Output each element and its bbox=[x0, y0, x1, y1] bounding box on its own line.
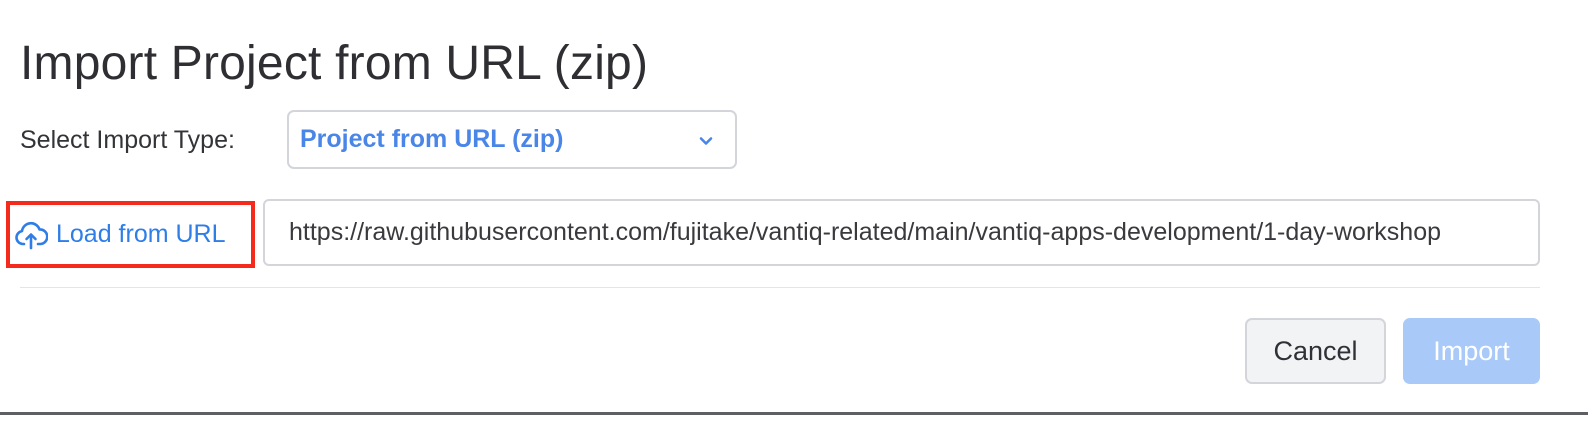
divider bbox=[20, 287, 1540, 288]
import-dialog: Import Project from URL (zip) Select Imp… bbox=[0, 0, 1588, 422]
import-button[interactable]: Import bbox=[1403, 318, 1540, 384]
url-input[interactable] bbox=[263, 199, 1540, 266]
cancel-button[interactable]: Cancel bbox=[1245, 318, 1386, 384]
dialog-title: Import Project from URL (zip) bbox=[20, 37, 649, 90]
load-from-url-button[interactable]: Load from URL bbox=[6, 201, 255, 268]
window-bottom-edge bbox=[0, 412, 1588, 422]
import-type-label: Select Import Type: bbox=[20, 126, 235, 154]
import-type-select[interactable]: Project from URL (zip) bbox=[287, 110, 737, 169]
cloud-upload-icon bbox=[15, 221, 48, 249]
import-type-selected-value: Project from URL (zip) bbox=[300, 125, 564, 153]
load-from-url-label: Load from URL bbox=[56, 220, 226, 248]
chevron-down-icon bbox=[699, 137, 713, 145]
